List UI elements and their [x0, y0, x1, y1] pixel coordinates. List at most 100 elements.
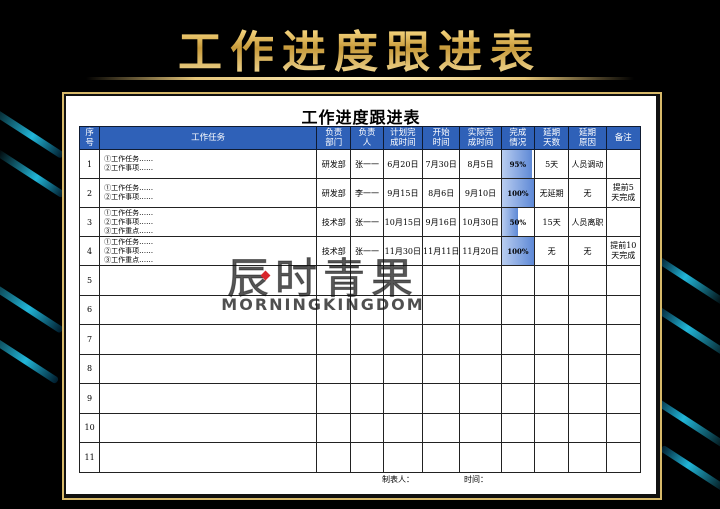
- cell-plan[interactable]: [382, 442, 424, 473]
- cell-dept[interactable]: [316, 294, 352, 325]
- cell-task[interactable]: [99, 324, 318, 355]
- cell-dept[interactable]: 研发部: [316, 149, 352, 179]
- cell-person[interactable]: 张一一: [350, 207, 384, 237]
- cell-start[interactable]: [422, 294, 461, 325]
- cell-progress[interactable]: [500, 442, 535, 473]
- cell-dept[interactable]: [316, 353, 352, 384]
- cell-no[interactable]: 2: [78, 178, 101, 208]
- cell-delay-reason[interactable]: [568, 324, 607, 355]
- cell-person[interactable]: 李一一: [350, 178, 384, 208]
- cell-progress[interactable]: 100%: [500, 178, 535, 208]
- cell-remark[interactable]: [605, 207, 642, 237]
- cell-no[interactable]: 3: [78, 207, 101, 237]
- cell-person[interactable]: 张一一: [350, 149, 384, 179]
- cell-delay-reason[interactable]: [568, 353, 607, 384]
- cell-remark[interactable]: [605, 412, 642, 443]
- cell-delay-days[interactable]: [533, 412, 570, 443]
- cell-start[interactable]: [422, 265, 461, 296]
- cell-progress[interactable]: 95%: [500, 149, 535, 179]
- cell-progress[interactable]: [500, 324, 535, 355]
- cell-plan[interactable]: [382, 294, 424, 325]
- cell-no[interactable]: 6: [78, 294, 101, 325]
- cell-plan[interactable]: 11月30日: [382, 236, 424, 266]
- cell-dept[interactable]: [316, 412, 352, 443]
- cell-actual[interactable]: [459, 353, 502, 384]
- cell-no[interactable]: 10: [78, 412, 101, 443]
- cell-remark[interactable]: 提前10 天完成: [605, 236, 642, 266]
- cell-no[interactable]: 7: [78, 324, 101, 355]
- cell-plan[interactable]: [382, 353, 424, 384]
- cell-delay-days[interactable]: 15天: [533, 207, 570, 237]
- cell-person[interactable]: [350, 324, 384, 355]
- cell-delay-days[interactable]: [533, 324, 570, 355]
- cell-start[interactable]: [422, 383, 461, 414]
- cell-delay-days[interactable]: [533, 442, 570, 473]
- cell-task[interactable]: [99, 412, 318, 443]
- cell-delay-days[interactable]: [533, 265, 570, 296]
- cell-progress[interactable]: [500, 383, 535, 414]
- cell-task[interactable]: ①工作任务…… ②工作事项…… ③工作重点……: [99, 236, 318, 266]
- cell-delay-reason[interactable]: 人员离职: [568, 207, 607, 237]
- cell-actual[interactable]: [459, 383, 502, 414]
- cell-dept[interactable]: [316, 383, 352, 414]
- cell-dept[interactable]: [316, 265, 352, 296]
- cell-task[interactable]: ①工作任务…… ②工作事项……: [99, 178, 318, 208]
- cell-remark[interactable]: [605, 294, 642, 325]
- cell-progress[interactable]: [500, 353, 535, 384]
- cell-dept[interactable]: 研发部: [316, 178, 352, 208]
- cell-remark[interactable]: [605, 353, 642, 384]
- cell-start[interactable]: [422, 442, 461, 473]
- cell-start[interactable]: 8月6日: [422, 178, 461, 208]
- cell-remark[interactable]: [605, 149, 642, 179]
- cell-dept[interactable]: [316, 442, 352, 473]
- cell-progress[interactable]: [500, 412, 535, 443]
- cell-delay-reason[interactable]: 无: [568, 236, 607, 266]
- cell-progress[interactable]: 50%: [500, 207, 535, 237]
- cell-progress[interactable]: [500, 265, 535, 296]
- cell-start[interactable]: 9月16日: [422, 207, 461, 237]
- cell-person[interactable]: [350, 412, 384, 443]
- cell-delay-reason[interactable]: 人员调动: [568, 149, 607, 179]
- cell-remark[interactable]: [605, 265, 642, 296]
- cell-delay-days[interactable]: 无延期: [533, 178, 570, 208]
- cell-actual[interactable]: 8月5日: [459, 149, 502, 179]
- cell-remark[interactable]: [605, 442, 642, 473]
- cell-dept[interactable]: 技术部: [316, 236, 352, 266]
- cell-person[interactable]: 张一一: [350, 236, 384, 266]
- cell-plan[interactable]: [382, 265, 424, 296]
- cell-dept[interactable]: [316, 324, 352, 355]
- cell-no[interactable]: 9: [78, 383, 101, 414]
- cell-person[interactable]: [350, 383, 384, 414]
- cell-no[interactable]: 8: [78, 353, 101, 384]
- cell-no[interactable]: 5: [78, 265, 101, 296]
- cell-delay-reason[interactable]: 无: [568, 178, 607, 208]
- cell-delay-days[interactable]: 5天: [533, 149, 570, 179]
- cell-person[interactable]: [350, 294, 384, 325]
- cell-person[interactable]: [350, 442, 384, 473]
- cell-actual[interactable]: 10月30日: [459, 207, 502, 237]
- cell-actual[interactable]: [459, 265, 502, 296]
- cell-dept[interactable]: 技术部: [316, 207, 352, 237]
- cell-start[interactable]: [422, 353, 461, 384]
- cell-start[interactable]: [422, 412, 461, 443]
- cell-delay-days[interactable]: 无: [533, 236, 570, 266]
- cell-delay-days[interactable]: [533, 383, 570, 414]
- cell-delay-reason[interactable]: [568, 383, 607, 414]
- cell-actual[interactable]: 11月20日: [459, 236, 502, 266]
- cell-task[interactable]: ①工作任务…… ②工作事项……: [99, 149, 318, 179]
- cell-actual[interactable]: 9月10日: [459, 178, 502, 208]
- cell-delay-reason[interactable]: [568, 412, 607, 443]
- cell-plan[interactable]: [382, 383, 424, 414]
- cell-progress[interactable]: 100%: [500, 236, 535, 266]
- cell-remark[interactable]: 提前5 天完成: [605, 178, 642, 208]
- cell-start[interactable]: [422, 324, 461, 355]
- cell-delay-days[interactable]: [533, 294, 570, 325]
- cell-delay-reason[interactable]: [568, 294, 607, 325]
- cell-plan[interactable]: [382, 324, 424, 355]
- cell-task[interactable]: ①工作任务…… ②工作事项…… ③工作重点……: [99, 207, 318, 237]
- cell-plan[interactable]: 10月15日: [382, 207, 424, 237]
- cell-plan[interactable]: 6月20日: [382, 149, 424, 179]
- cell-person[interactable]: [350, 353, 384, 384]
- cell-delay-reason[interactable]: [568, 442, 607, 473]
- cell-progress[interactable]: [500, 294, 535, 325]
